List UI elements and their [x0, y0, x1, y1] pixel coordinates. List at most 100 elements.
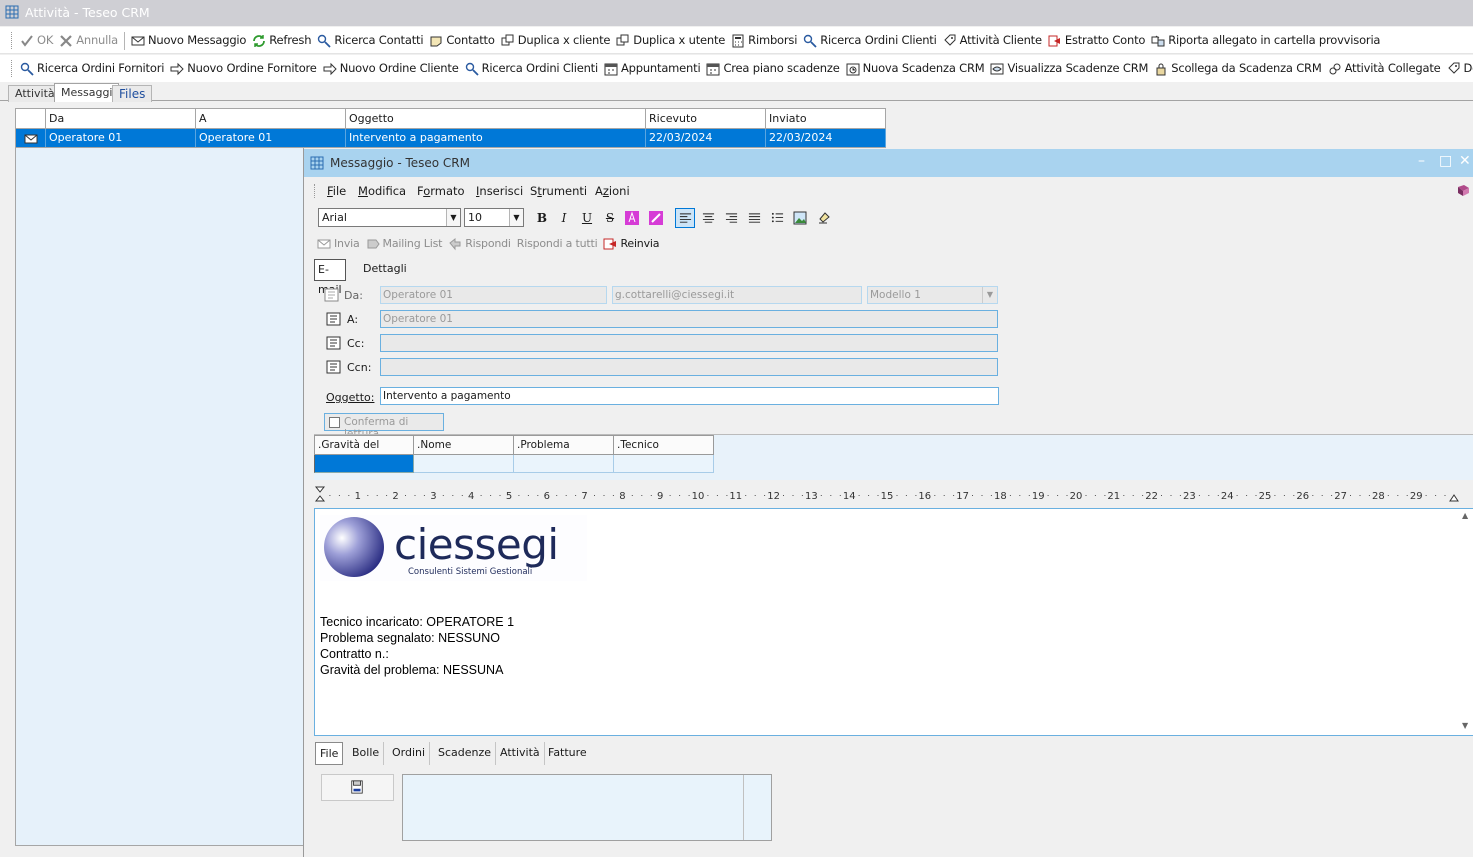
ruler-indent-marker[interactable]	[314, 486, 326, 502]
tab-bolle[interactable]: Bolle	[348, 742, 385, 765]
nuovo-ordine-cliente-button[interactable]: Nuovo Ordine Cliente	[320, 55, 462, 82]
italic-icon[interactable]: I	[554, 208, 574, 228]
tab-scadenze[interactable]: Scadenze	[434, 742, 497, 765]
riporta-allegato-in-cartella-provvisoria-button[interactable]: Riporta allegato in cartella provvisoria	[1148, 27, 1383, 53]
font-size-select[interactable]: 10 ▼	[464, 208, 524, 227]
column-header-da[interactable]: Da	[46, 109, 196, 129]
cc-field[interactable]	[380, 334, 998, 352]
table-cell-ricevuto[interactable]: 22/03/2024 15:24:02	[646, 129, 766, 161]
save-attachment-button[interactable]	[321, 774, 394, 801]
image-icon[interactable]	[790, 208, 810, 228]
scollega-da-scadenza-crm-button[interactable]: Scollega da Scadenza CRM	[1151, 55, 1324, 82]
menu-formato[interactable]: Formato	[417, 184, 465, 198]
ricerca-ordini-clienti-button[interactable]: Ricerca Ordini Clienti	[462, 55, 601, 82]
rimborsi-button[interactable]: Rimborsi	[728, 27, 800, 53]
strikethrough-icon[interactable]: S	[600, 208, 620, 228]
mailing-list-button[interactable]: Mailing List	[363, 233, 446, 255]
rispondi-a-tutti-button[interactable]: Rispondi a tutti	[514, 233, 601, 255]
address-book-icon[interactable]	[326, 336, 342, 350]
ccn-field[interactable]	[380, 358, 998, 376]
font-color-icon[interactable]	[622, 208, 642, 228]
justify-icon[interactable]	[744, 208, 764, 228]
message-body-editor[interactable]: ciessegi Consulenti Sistemi Gestionali T…	[314, 508, 1473, 736]
attivita-cliente-button[interactable]: Attività Cliente	[940, 27, 1045, 53]
close-icon[interactable]: ✕	[1459, 153, 1471, 169]
tab-ordini[interactable]: Ordini	[388, 742, 431, 765]
rispondi-button[interactable]: Rispondi	[445, 233, 514, 255]
menu-modifica[interactable]: Modifica	[358, 184, 406, 198]
attivita-collegate-button[interactable]: Attività Collegate	[1325, 55, 1444, 82]
book-icon[interactable]	[1456, 184, 1470, 198]
crea-piano-scadenze-button[interactable]: Crea piano scadenze	[703, 55, 842, 82]
align-left-icon[interactable]	[675, 208, 695, 228]
ricerca-ordini-clienti-button[interactable]: Ricerca Ordini Clienti	[800, 27, 939, 53]
visualizza-scadenze-crm-button[interactable]: Visualizza Scadenze CRM	[987, 55, 1151, 82]
detail-cell[interactable]	[414, 455, 514, 473]
tab-dettagli[interactable]: Dettagli	[360, 259, 410, 281]
column-header-inviato[interactable]: Inviato	[766, 109, 886, 129]
reinvia-button[interactable]: Reinvia	[600, 233, 662, 255]
tab-messaggi[interactable]: Messaggi	[54, 83, 120, 102]
a-field[interactable]: Operatore 01	[380, 310, 998, 328]
attachment-list[interactable]	[402, 774, 772, 841]
appuntamenti-button[interactable]: Appuntamenti	[601, 55, 703, 82]
editor-scrollbar[interactable]: ▲ ▼	[1460, 509, 1473, 735]
detail-cell[interactable]	[314, 455, 414, 473]
address-book-icon[interactable]	[326, 360, 342, 374]
maximize-icon[interactable]: □	[1439, 153, 1452, 169]
ricerca-ordini-fornitori-button[interactable]: Ricerca Ordini Fornitori	[17, 55, 167, 82]
estratto-conto-button[interactable]: Estratto Conto	[1045, 27, 1148, 53]
refresh-button[interactable]: Refresh	[249, 27, 314, 53]
menu-file[interactable]: File	[327, 184, 346, 198]
table-row-icon-cell[interactable]	[16, 129, 46, 147]
scroll-up-icon[interactable]: ▲	[1462, 511, 1468, 520]
tab-files[interactable]: Files	[112, 85, 153, 102]
tab-file[interactable]: File	[315, 742, 344, 765]
menu-inserisci[interactable]: Inserisci	[476, 184, 523, 198]
invia-button[interactable]: Invia	[314, 233, 363, 255]
ok-button[interactable]: OK	[17, 27, 56, 53]
align-center-icon[interactable]	[698, 208, 718, 228]
ruler-right-marker[interactable]	[1449, 494, 1459, 502]
underline-icon[interactable]: U	[577, 208, 597, 228]
address-book-icon[interactable]	[326, 312, 342, 326]
column-header-problema[interactable]: .Problema segnal...	[514, 435, 614, 470]
ricerca-contatti-button[interactable]: Ricerca Contatti	[314, 27, 426, 53]
bold-icon[interactable]: B	[532, 208, 552, 228]
conferma-lettura-checkbox[interactable]: Conferma di lettura	[324, 413, 444, 440]
highlight-icon[interactable]	[646, 208, 666, 228]
duplica-x-utente-button[interactable]: Duplica x utente	[613, 27, 728, 53]
column-header-nome-richiedente[interactable]: .Nome richiedente	[414, 435, 514, 470]
table-cell-oggetto[interactable]: Intervento a pagamento	[346, 129, 646, 147]
font-name-select[interactable]: Arial ▼	[318, 208, 461, 227]
menu-strumenti[interactable]: Strumenti	[530, 184, 587, 198]
nuova-scadenza-crm-button[interactable]: Nuova Scadenza CRM	[843, 55, 988, 82]
checkbox-box[interactable]	[329, 417, 340, 428]
table-cell-inviato[interactable]: 22/03/2024 15:24:02	[766, 129, 886, 161]
address-book-icon[interactable]	[324, 288, 340, 302]
align-right-icon[interactable]	[721, 208, 741, 228]
documenti-crm-button[interactable]: Documenti CRM	[1444, 55, 1473, 82]
column-header-tecnico[interactable]: .Tecnico incaricato	[614, 435, 714, 470]
column-header-gravita[interactable]: .Gravità del probl...	[314, 435, 414, 470]
table-cell-a[interactable]: Operatore 01	[196, 129, 346, 147]
column-header-a[interactable]: A	[196, 109, 346, 129]
column-header-oggetto[interactable]: Oggetto	[346, 109, 646, 129]
scroll-down-icon[interactable]: ▼	[1462, 721, 1468, 730]
list-icon[interactable]	[767, 208, 787, 228]
oggetto-field[interactable]: Intervento a pagamento	[380, 387, 999, 405]
paint-icon[interactable]	[814, 208, 834, 228]
column-header-ricevuto[interactable]: Ricevuto	[646, 109, 766, 129]
tab-fatture[interactable]: Fatture	[544, 742, 591, 765]
nuovo-ordine-fornitore-button[interactable]: Nuovo Ordine Fornitore	[167, 55, 319, 82]
tab-email[interactable]: E-mail	[314, 259, 346, 296]
ruler[interactable]: 1 2 3 4 5 6 7 8 9 10 11 12 13 14 15 16 17 18 19 20 21 22 23 24 2…	[314, 485, 1464, 507]
tab-attivita[interactable]: Attività	[496, 742, 545, 765]
detail-cell[interactable]	[614, 455, 714, 473]
contatto-button[interactable]: Contatto	[426, 27, 497, 53]
minimize-icon[interactable]: –	[1418, 153, 1425, 169]
annulla-button[interactable]: Annulla	[56, 27, 121, 53]
nuovo-messaggio-button[interactable]: Nuovo Messaggio	[128, 27, 249, 53]
detail-cell[interactable]	[514, 455, 614, 473]
menu-azioni[interactable]: Azioni	[595, 184, 630, 198]
